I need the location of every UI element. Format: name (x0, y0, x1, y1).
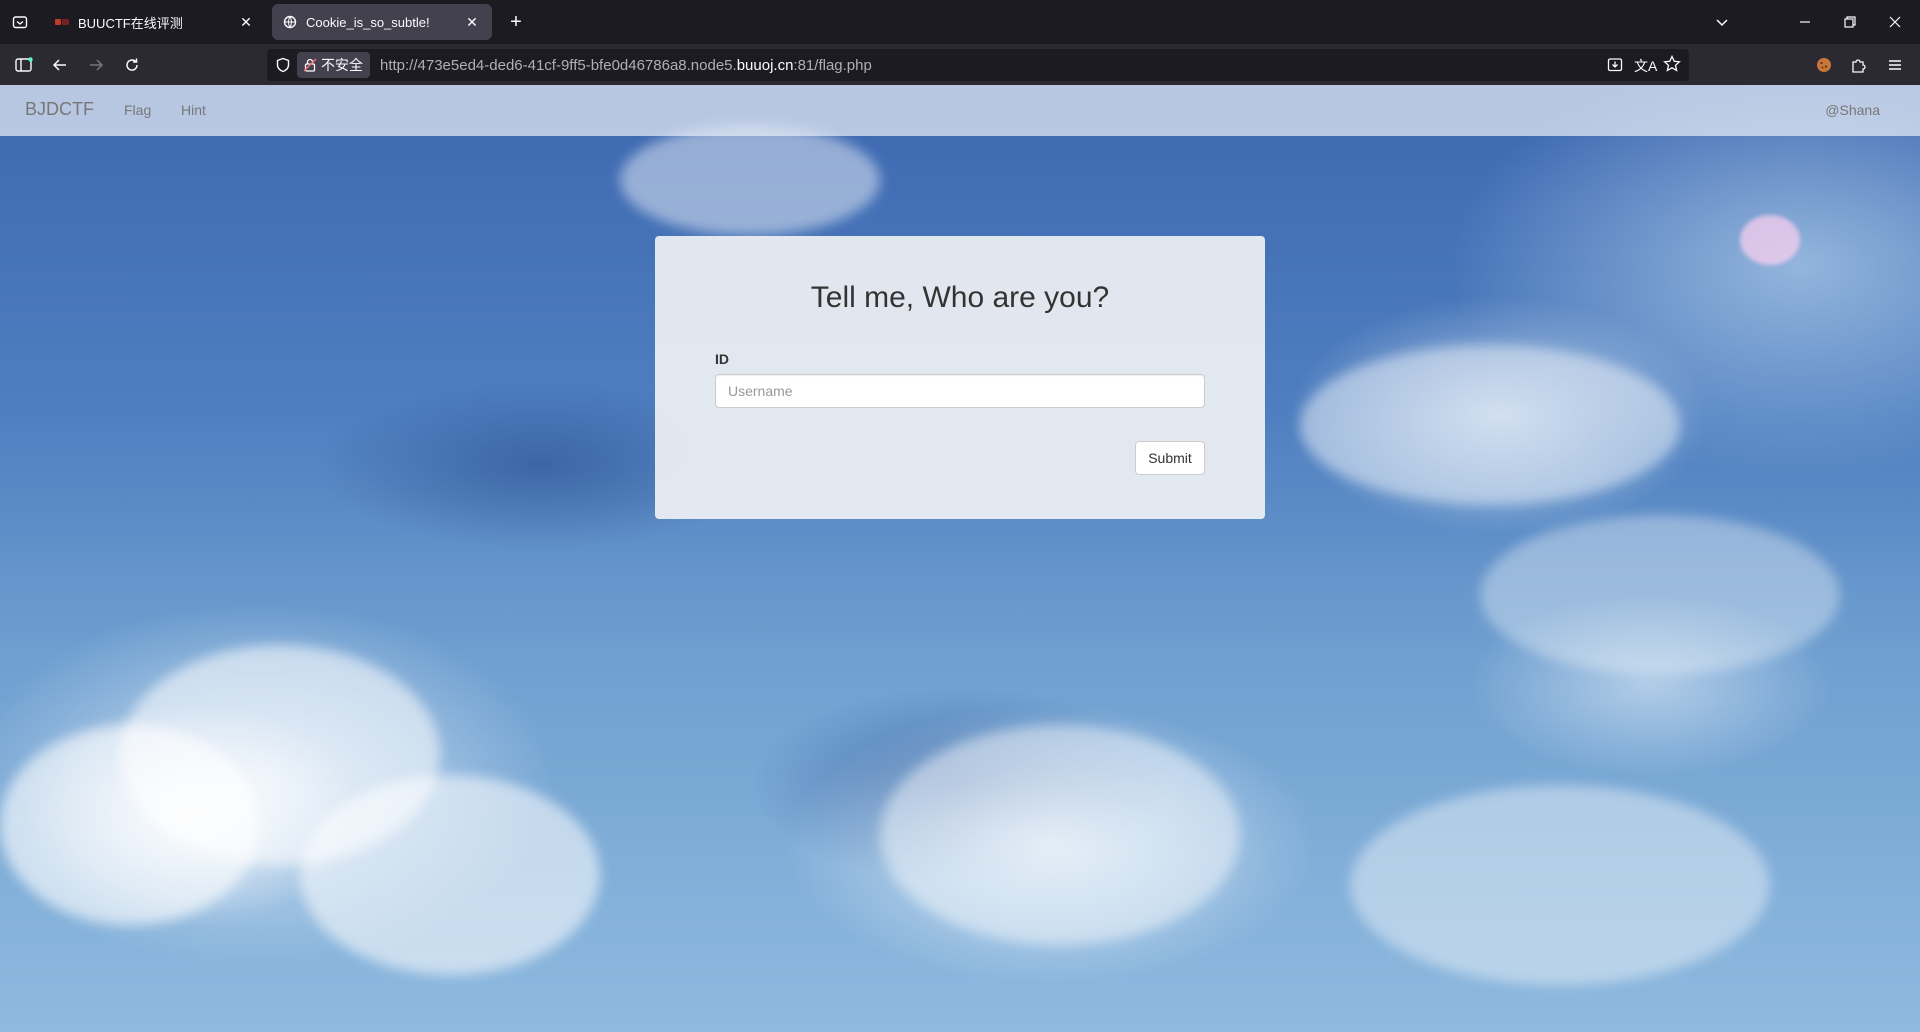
cloud-decoration (880, 725, 1240, 945)
forward-button[interactable] (83, 52, 109, 78)
close-icon (1889, 16, 1901, 28)
submit-button[interactable]: Submit (1135, 441, 1205, 475)
reload-button[interactable] (119, 52, 145, 78)
buuctf-favicon-icon (54, 14, 70, 30)
insecure-lock-icon (303, 58, 317, 72)
address-bar[interactable]: 不安全 http://473e5ed4-ded6-41cf-9ff5-bfe0d… (267, 49, 1689, 81)
close-tab-icon[interactable]: ✕ (462, 12, 482, 32)
chevron-down-icon (1716, 19, 1728, 27)
hamburger-menu-icon (1889, 60, 1901, 70)
tracking-protection-shield-icon[interactable] (275, 57, 291, 78)
back-arrow-icon (52, 59, 66, 71)
nav-user-label[interactable]: @Shana (1825, 102, 1880, 118)
security-label: 不安全 (321, 57, 363, 73)
bookmark-star-icon[interactable] (1663, 54, 1681, 78)
cloud-decoration (300, 775, 600, 975)
url-host: buuoj.cn (736, 57, 794, 74)
tab-title: Cookie_is_so_subtle! (306, 14, 430, 30)
lens-flare-decoration (1740, 215, 1800, 265)
cookie-extension-icon (1817, 58, 1831, 72)
cloud-decoration (1300, 345, 1680, 505)
puzzle-piece-icon (1852, 59, 1866, 73)
forward-arrow-icon (90, 59, 104, 71)
save-to-pocket-icon[interactable] (1607, 57, 1623, 78)
sidebar-icon (15, 57, 33, 72)
nav-link-hint[interactable]: Hint (181, 102, 206, 118)
tab-strip: BUUCTF在线评测 ✕ Cookie_is_so_subtle! ✕ + (0, 0, 1920, 44)
minimize-icon (1800, 21, 1810, 23)
extension-button[interactable] (1811, 52, 1837, 78)
url-prefix: http://473e5ed4-ded6-41cf-9ff5-bfe0d4678… (380, 57, 737, 74)
globe-icon (282, 14, 298, 30)
app-menu-button[interactable] (1882, 52, 1908, 78)
new-tab-button[interactable]: + (504, 10, 528, 34)
translate-icon[interactable]: 文A (1634, 56, 1657, 76)
restore-button[interactable] (1836, 8, 1864, 36)
navigation-toolbar: 不安全 http://473e5ed4-ded6-41cf-9ff5-bfe0d… (0, 44, 1920, 85)
id-label: ID (715, 351, 729, 367)
list-all-tabs-button[interactable] (1708, 8, 1736, 36)
url-text[interactable]: http://473e5ed4-ded6-41cf-9ff5-bfe0d4678… (380, 57, 872, 74)
close-tab-icon[interactable]: ✕ (236, 12, 256, 32)
site-navbar: BJDCTF Flag Hint @Shana (0, 85, 1920, 136)
cloud-decoration (620, 125, 880, 235)
tab-cookie-is-so-subtle[interactable]: Cookie_is_so_subtle! ✕ (272, 4, 492, 40)
tab-list-icon (12, 16, 28, 29)
cloud-decoration (1480, 515, 1840, 675)
minimize-button[interactable] (1791, 8, 1819, 36)
connection-not-secure-badge[interactable]: 不安全 (297, 52, 370, 78)
reload-icon (126, 58, 138, 71)
tab-list-button[interactable] (8, 10, 32, 34)
username-input[interactable] (715, 374, 1205, 408)
tab-title: BUUCTF在线评测 (78, 15, 183, 31)
cloud-decoration (1350, 785, 1770, 985)
sidebar-button[interactable] (11, 52, 37, 78)
tab-buuctf[interactable]: BUUCTF在线评测 ✕ (44, 4, 266, 40)
restore-icon (1844, 16, 1856, 28)
url-suffix: :81/flag.php (793, 57, 872, 74)
extensions-button[interactable] (1846, 52, 1872, 78)
page-background: BJDCTF Flag Hint @Shana Tell me, Who are… (0, 85, 1920, 1032)
site-brand-link[interactable]: BJDCTF (25, 99, 94, 120)
plus-icon: + (510, 10, 522, 33)
cloud-decoration (0, 725, 260, 925)
back-button[interactable] (47, 52, 73, 78)
close-window-button[interactable] (1881, 8, 1909, 36)
login-form-card: Tell me, Who are you? ID Submit (655, 236, 1265, 519)
nav-link-flag[interactable]: Flag (124, 102, 151, 118)
form-title: Tell me, Who are you? (810, 281, 1110, 314)
